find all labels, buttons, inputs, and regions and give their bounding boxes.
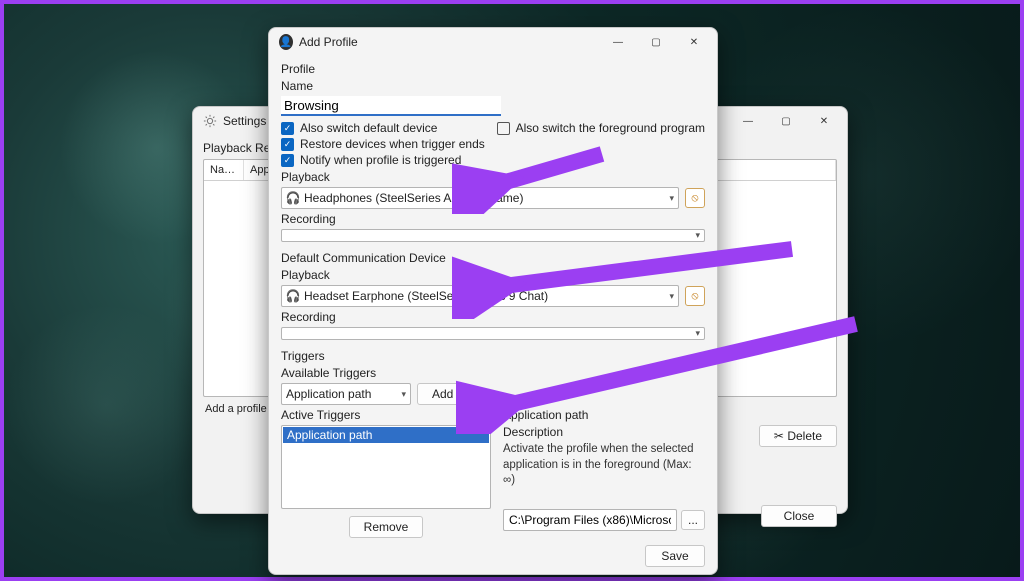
reset-comm-playback-button[interactable]: ⦸ — [685, 286, 705, 306]
scissors-icon: ✂ — [774, 429, 784, 443]
maximize-button[interactable]: ▢ — [767, 107, 805, 135]
triggers-section: Triggers — [281, 349, 705, 363]
active-triggers-list[interactable]: Application path — [281, 425, 491, 509]
active-triggers-label: Active Triggers — [281, 408, 491, 422]
playback-value: Headphones (SteelSeries Arctis 9 Game) — [304, 191, 669, 205]
browse-path-button[interactable]: ... — [681, 510, 705, 530]
playback-label: Playback — [281, 170, 705, 184]
add-profile-window: 👤 Add Profile — ▢ ✕ Profile Name ✓Also s… — [268, 27, 718, 575]
add-profile-title: Add Profile — [299, 35, 599, 49]
comm-recording-select[interactable]: ▾ — [281, 327, 705, 340]
close-button[interactable]: ✕ — [675, 28, 713, 56]
chk-switch-default[interactable]: ✓Also switch default device — [281, 121, 485, 135]
delete-button[interactable]: ✂ Delete — [759, 425, 837, 447]
available-triggers-label: Available Triggers — [281, 366, 705, 380]
chevron-down-icon: ▾ — [695, 230, 700, 241]
comm-playback-label: Playback — [281, 268, 705, 282]
reset-playback-button[interactable]: ⦸ — [685, 188, 705, 208]
profile-section: Profile — [281, 62, 705, 76]
available-triggers-select[interactable]: Application path ▾ — [281, 383, 411, 405]
recording-device-select[interactable]: ▾ — [281, 229, 705, 242]
headphones-icon: 🎧 — [286, 191, 300, 205]
comm-playback-value: Headset Earphone (SteelSeries Arctis 9 C… — [304, 289, 669, 303]
chk-restore[interactable]: ✓Restore devices when trigger ends — [281, 137, 485, 151]
trigger-desc-label: Description — [503, 425, 705, 439]
minimize-button[interactable]: — — [729, 107, 767, 135]
recording-label: Recording — [281, 212, 705, 226]
gear-icon — [203, 114, 217, 128]
close-button[interactable]: ✕ — [805, 107, 843, 135]
trigger-detail-title: Application path — [503, 408, 705, 422]
user-icon: 👤 — [279, 35, 293, 49]
chk-notify[interactable]: ✓Notify when profile is triggered — [281, 153, 485, 167]
playback-device-select[interactable]: 🎧 Headphones (SteelSeries Arctis 9 Game)… — [281, 187, 679, 209]
chevron-down-icon: ▾ — [669, 193, 674, 204]
comm-recording-label: Recording — [281, 310, 705, 324]
add-profile-titlebar: 👤 Add Profile — ▢ ✕ — [269, 28, 717, 56]
trigger-desc: Activate the profile when the selected a… — [503, 442, 705, 489]
chevron-down-icon: ▾ — [669, 291, 674, 302]
add-trigger-button[interactable]: Add — [417, 383, 468, 405]
communication-section: Default Communication Device — [281, 251, 705, 265]
chevron-down-icon: ▾ — [695, 328, 700, 339]
list-item[interactable]: Application path — [283, 427, 489, 443]
headset-icon: 🎧 — [286, 289, 300, 303]
remove-trigger-button[interactable]: Remove — [349, 516, 424, 538]
name-input[interactable] — [281, 96, 501, 116]
close-settings-button[interactable]: Close — [761, 505, 837, 527]
chk-switch-foreground[interactable]: Also switch the foreground program — [497, 121, 705, 135]
column-name[interactable]: Na… — [204, 160, 244, 180]
comm-playback-select[interactable]: 🎧 Headset Earphone (SteelSeries Arctis 9… — [281, 285, 679, 307]
name-label: Name — [281, 79, 705, 93]
save-button[interactable]: Save — [645, 545, 705, 567]
maximize-button[interactable]: ▢ — [637, 28, 675, 56]
minimize-button[interactable]: — — [599, 28, 637, 56]
delete-label: Delete — [787, 429, 822, 443]
chevron-down-icon: ▾ — [401, 389, 406, 400]
trigger-path-input[interactable] — [503, 509, 677, 531]
